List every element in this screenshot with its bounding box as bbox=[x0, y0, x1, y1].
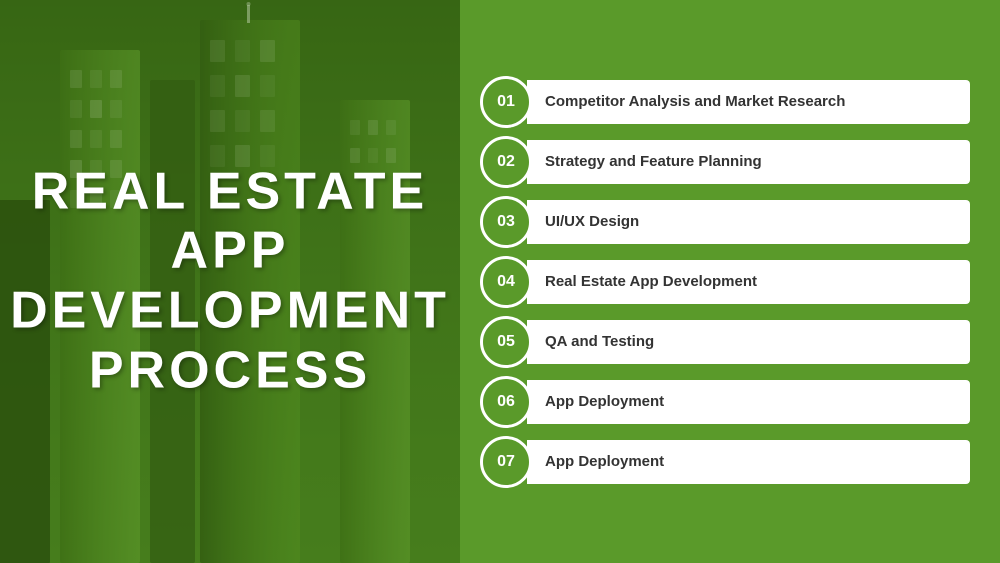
step-label-06: App Deployment bbox=[545, 393, 664, 410]
step-label-box-04: Real Estate App Development bbox=[527, 260, 970, 304]
step-circle-05: 05 bbox=[480, 316, 532, 368]
process-item: 05 QA and Testing bbox=[480, 316, 970, 368]
step-circle-07: 07 bbox=[480, 436, 532, 488]
step-label-box-06: App Deployment bbox=[527, 380, 970, 424]
process-item: 06 App Deployment bbox=[480, 376, 970, 428]
step-circle-03: 03 bbox=[480, 196, 532, 248]
step-label-03: UI/UX Design bbox=[545, 213, 639, 230]
step-circle-02: 02 bbox=[480, 136, 532, 188]
process-item: 04 Real Estate App Development bbox=[480, 256, 970, 308]
step-label-box-02: Strategy and Feature Planning bbox=[527, 140, 970, 184]
step-circle-01: 01 bbox=[480, 76, 532, 128]
process-item: 03 UI/UX Design bbox=[480, 196, 970, 248]
step-label-04: Real Estate App Development bbox=[545, 273, 757, 290]
title-line2: APP bbox=[171, 222, 290, 280]
step-label-01: Competitor Analysis and Market Research bbox=[545, 93, 845, 110]
step-number-07: 07 bbox=[497, 453, 515, 471]
title-line1: REAL ESTATE bbox=[32, 162, 428, 220]
step-number-01: 01 bbox=[497, 93, 515, 111]
process-item: 01 Competitor Analysis and Market Researc… bbox=[480, 76, 970, 128]
title-line3: DEVELOPMENT bbox=[10, 282, 450, 340]
step-number-03: 03 bbox=[497, 213, 515, 231]
step-label-box-03: UI/UX Design bbox=[527, 200, 970, 244]
main-container: REAL ESTATE APP DEVELOPMENT PROCESS 01 Co… bbox=[0, 0, 1000, 563]
left-panel: REAL ESTATE APP DEVELOPMENT PROCESS bbox=[0, 0, 460, 563]
step-label-05: QA and Testing bbox=[545, 333, 654, 350]
step-label-07: App Deployment bbox=[545, 453, 664, 470]
right-panel: 01 Competitor Analysis and Market Researc… bbox=[460, 0, 1000, 563]
step-number-02: 02 bbox=[497, 153, 515, 171]
step-circle-06: 06 bbox=[480, 376, 532, 428]
step-circle-04: 04 bbox=[480, 256, 532, 308]
step-label-box-07: App Deployment bbox=[527, 440, 970, 484]
step-label-box-01: Competitor Analysis and Market Research bbox=[527, 80, 970, 124]
step-number-04: 04 bbox=[497, 273, 515, 291]
process-item: 07 App Deployment bbox=[480, 436, 970, 488]
step-number-05: 05 bbox=[497, 333, 515, 351]
title-line4: PROCESS bbox=[89, 341, 371, 399]
process-item: 02 Strategy and Feature Planning bbox=[480, 136, 970, 188]
step-label-02: Strategy and Feature Planning bbox=[545, 153, 762, 170]
step-number-06: 06 bbox=[497, 393, 515, 411]
hero-title: REAL ESTATE APP DEVELOPMENT PROCESS bbox=[10, 162, 450, 401]
step-label-box-05: QA and Testing bbox=[527, 320, 970, 364]
